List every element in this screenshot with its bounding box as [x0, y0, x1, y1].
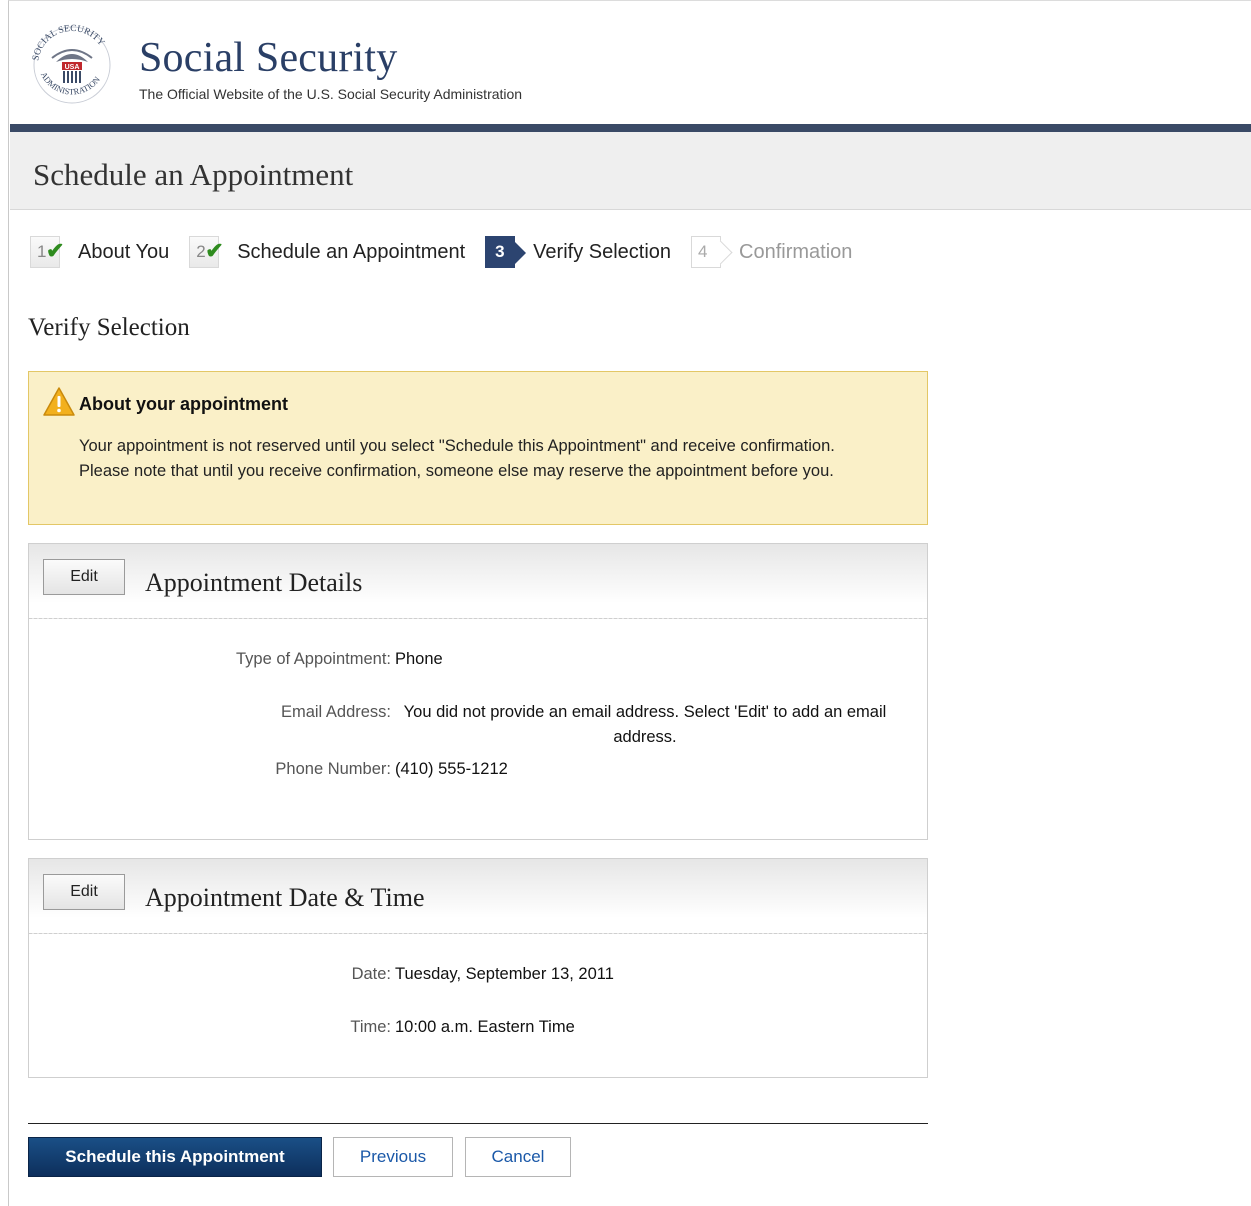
- step-3-badge: 3: [485, 236, 527, 268]
- step-1-badge: 1 ✔: [30, 236, 64, 268]
- panel-title: Appointment Details: [145, 568, 363, 597]
- site-header: SOCIAL SECURITY ADMINISTRATION USA Socia…: [10, 0, 1251, 124]
- cancel-button[interactable]: Cancel: [465, 1137, 571, 1177]
- step-about-you: 1 ✔ About You: [30, 236, 169, 268]
- panel-header: Edit Appointment Date & Time: [29, 859, 927, 934]
- step-confirmation: 4 Confirmation: [691, 236, 852, 268]
- field-value: You did not provide an email address. Se…: [403, 703, 887, 746]
- page-title: Schedule an Appointment: [33, 157, 354, 192]
- section-heading: Verify Selection: [28, 314, 190, 341]
- page-title-band: Schedule an Appointment: [10, 132, 1251, 210]
- edit-details-button[interactable]: Edit: [43, 559, 125, 595]
- step-verify: 3 Verify Selection: [485, 236, 671, 268]
- step-4-badge: 4: [691, 236, 722, 268]
- warning-alert: About your appointment Your appointment …: [28, 371, 928, 525]
- step-label: Schedule an Appointment: [237, 240, 466, 263]
- header-divider-bar: [10, 124, 1251, 132]
- alert-title: About your appointment: [79, 394, 288, 414]
- field-label: Date:: [351, 965, 391, 983]
- field-label: Time:: [350, 1018, 391, 1036]
- actions-divider: [28, 1123, 928, 1124]
- step-label: Verify Selection: [533, 240, 672, 263]
- checkmark-icon: ✔: [46, 238, 65, 263]
- field-value: Tuesday, September 13, 2011: [395, 965, 614, 983]
- site-title[interactable]: Social Security: [139, 34, 397, 82]
- site-subtitle: The Official Website of the U.S. Social …: [139, 86, 523, 102]
- field-value: 10:00 a.m. Eastern Time: [395, 1018, 575, 1036]
- field-value: (410) 555-1212: [395, 760, 508, 778]
- field-label: Phone Number:: [275, 760, 391, 778]
- panel-title: Appointment Date & Time: [145, 883, 425, 912]
- checkmark-icon: ✔: [205, 238, 224, 263]
- schedule-appointment-button[interactable]: Schedule this Appointment: [28, 1137, 322, 1177]
- step-label: Confirmation: [739, 240, 853, 263]
- edit-datetime-button[interactable]: Edit: [43, 874, 125, 910]
- alert-body: Your appointment is not reserved until y…: [79, 437, 835, 480]
- appointment-datetime-panel: Edit Appointment Date & Time Date: Tuesd…: [28, 858, 928, 1078]
- step-schedule: 2 ✔ Schedule an Appointment: [189, 236, 465, 268]
- panel-header: Edit Appointment Details: [29, 544, 927, 619]
- ssa-seal-logo: SOCIAL SECURITY ADMINISTRATION USA: [31, 24, 111, 104]
- progress-steps: 1 ✔ About You 2 ✔ Schedule an Appointment …: [30, 230, 872, 274]
- field-label: Email Address:: [280, 703, 391, 721]
- field-value: Phone: [395, 650, 443, 668]
- step-2-badge: 2 ✔: [189, 236, 224, 268]
- field-label: Type of Appointment:: [235, 650, 391, 668]
- svg-text:USA: USA: [65, 64, 80, 71]
- previous-button[interactable]: Previous: [333, 1137, 453, 1177]
- appointment-details-panel: Edit Appointment Details Type of Appoint…: [28, 543, 928, 840]
- warning-icon: [43, 387, 75, 416]
- step-label: About You: [78, 240, 170, 263]
